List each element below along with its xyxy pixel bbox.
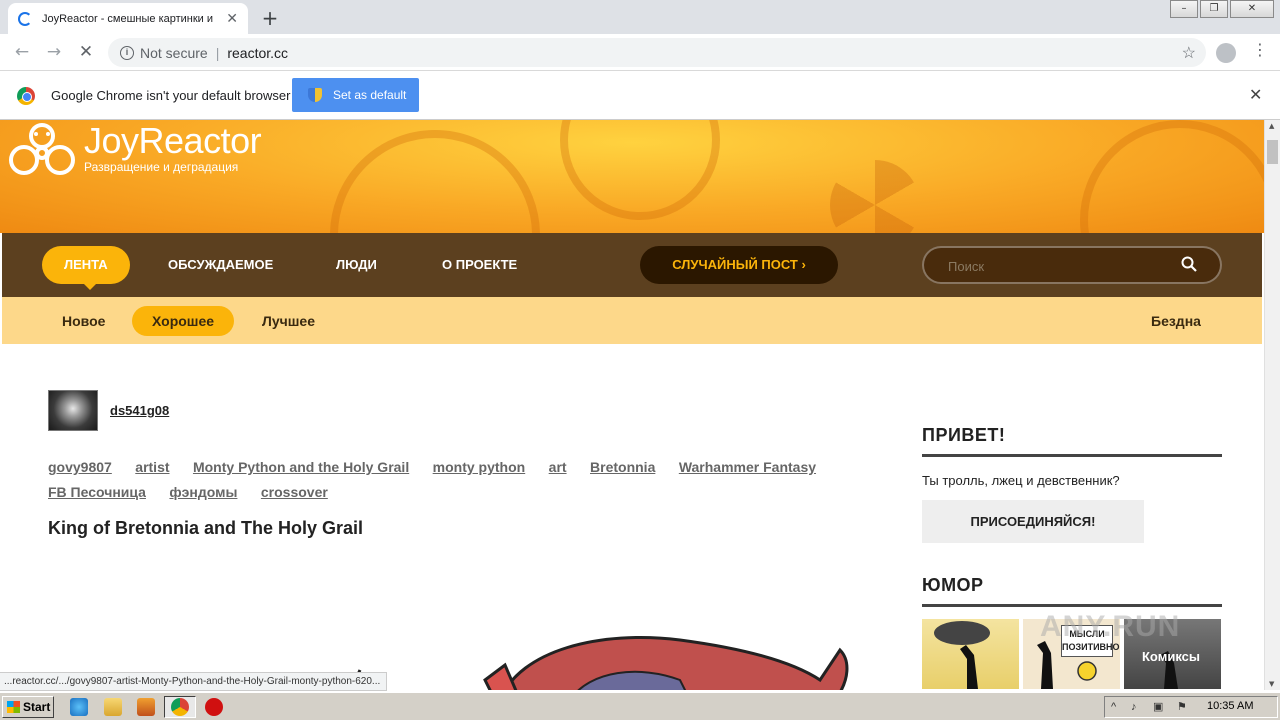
window-close-button[interactable]: ✕ [1230, 0, 1274, 18]
infobar-message: Google Chrome isn't your default browser [51, 88, 291, 103]
subnav-best[interactable]: Лучшее [262, 306, 315, 336]
uac-shield-icon [308, 88, 322, 102]
forward-arrow-icon[interactable]: → [44, 42, 64, 62]
chrome-logo-icon [17, 87, 35, 105]
header-decoration [560, 120, 720, 220]
biohazard-logo-icon[interactable] [6, 122, 78, 180]
stop-loading-icon[interactable]: ✕ [76, 42, 96, 62]
minimize-button[interactable]: – [1170, 0, 1198, 18]
address-separator: | [215, 44, 220, 61]
address-bar[interactable]: i Not secure | reactor.cc ☆ [108, 38, 1206, 67]
site-header: JoyReactor Развращение и деградация [0, 120, 1264, 233]
page-scrollbar[interactable]: ▲ ▼ [1264, 120, 1280, 690]
tag-link[interactable]: фэндомы [169, 480, 237, 504]
tag-link[interactable]: FB Песочница [48, 480, 146, 504]
internet-explorer-icon[interactable] [70, 698, 88, 716]
join-button[interactable]: ПРИСОЕДИНЯЙСЯ! [922, 500, 1144, 543]
sub-navigation: Новое Хорошее Лучшее Бездна [2, 297, 1262, 344]
chrome-icon [171, 698, 189, 716]
loading-spinner-icon [18, 11, 32, 26]
post-title: King of Bretonnia and The Holy Grail [48, 518, 364, 538]
post-image[interactable] [320, 620, 880, 690]
tag-link[interactable]: govy9807 [48, 455, 112, 479]
start-label: Start [23, 700, 51, 714]
subnav-new[interactable]: Новое [62, 306, 105, 336]
tag-link[interactable]: art [549, 455, 567, 479]
set-as-default-label: Set as default [333, 88, 407, 102]
greeting-text: Ты тролль, лжец и девственник? [922, 473, 1120, 488]
tab-title: JoyReactor - смешные картинки и [42, 12, 214, 25]
greeting-heading: ПРИВЕТ! [922, 425, 1222, 457]
action-center-flag-icon[interactable]: ⚑ [1177, 701, 1189, 713]
search-input[interactable] [948, 257, 1168, 275]
site-logo-title[interactable]: JoyReactor [84, 120, 262, 162]
windows-logo-icon [7, 701, 20, 713]
scroll-down-icon[interactable]: ▼ [1269, 680, 1274, 688]
default-browser-infobar: Google Chrome isn't your default browser… [0, 72, 1280, 120]
link-status-bubble: ...reactor.cc/.../govy9807-artist-Monty-… [0, 672, 388, 691]
avatar[interactable] [48, 390, 98, 431]
browser-toolbar: ← → ✕ i Not secure | reactor.cc ☆ ⋮ [0, 34, 1280, 71]
new-tab-button[interactable]: + [260, 6, 280, 30]
watermark: ANY.RUN [1040, 610, 1181, 643]
browser-tab[interactable]: JoyReactor - смешные картинки и ✕ [8, 3, 248, 34]
taskbar-clock[interactable]: 10:35 AM [1207, 700, 1253, 712]
window-controls: – ❐ ✕ [1168, 0, 1274, 18]
nav-people[interactable]: ЛЮДИ [336, 246, 377, 284]
thumbnail-caption: Комиксы [1142, 649, 1200, 664]
infobar-close-icon[interactable]: ✕ [1249, 85, 1262, 105]
site-logo-subtitle: Развращение и деградация [84, 160, 239, 174]
nav-discussed[interactable]: ОБСУЖДАЕМОЕ [168, 246, 273, 284]
file-explorer-icon[interactable] [104, 698, 122, 716]
comic-figure-icon [934, 621, 990, 689]
volume-icon[interactable]: ♪ [1131, 701, 1143, 713]
subnav-abyss[interactable]: Бездна [1151, 306, 1201, 336]
maximize-button[interactable]: ❐ [1200, 0, 1228, 18]
screen: JoyReactor - смешные картинки и ✕ + – ❐ … [0, 0, 1280, 720]
info-icon[interactable]: i [120, 45, 134, 60]
random-post-button[interactable]: СЛУЧАЙНЫЙ ПОСТ › [640, 246, 838, 284]
opera-icon[interactable] [205, 698, 223, 716]
media-player-icon[interactable] [137, 698, 155, 716]
tag-link[interactable]: monty python [433, 455, 526, 479]
tag-link[interactable]: artist [135, 455, 169, 479]
system-tray: ^ ♪ ▣ ⚑ 10:35 AM [1104, 696, 1278, 718]
tag-link[interactable]: Warhammer Fantasy [679, 455, 816, 479]
tag-link[interactable]: Monty Python and the Holy Grail [193, 455, 409, 479]
profile-avatar-icon[interactable] [1216, 43, 1236, 63]
post-tags: govy9807 artist Monty Python and the Hol… [48, 455, 868, 505]
tag-link[interactable]: crossover [261, 480, 328, 504]
chrome-menu-icon[interactable]: ⋮ [1252, 40, 1268, 59]
radiation-symbol-icon [830, 160, 920, 233]
address-url[interactable]: reactor.cc [227, 45, 288, 61]
page-content: JoyReactor Развращение и деградация ЛЕНТ… [0, 120, 1264, 690]
header-decoration [330, 130, 540, 233]
windows-taskbar: Start ^ ♪ ▣ ⚑ 10:35 AM [0, 692, 1280, 720]
search-icon[interactable] [1181, 256, 1197, 272]
set-as-default-button[interactable]: Set as default [292, 78, 419, 112]
tag-link[interactable]: Bretonnia [590, 455, 655, 479]
bookmark-star-icon[interactable]: ☆ [1182, 43, 1196, 63]
back-arrow-icon[interactable]: ← [12, 42, 32, 62]
humor-thumbnail[interactable] [922, 619, 1019, 689]
subnav-good[interactable]: Хорошее [132, 306, 235, 336]
header-decoration [1080, 120, 1264, 233]
scroll-up-icon[interactable]: ▲ [1269, 122, 1274, 130]
browser-tab-strip: JoyReactor - смешные картинки и ✕ + – ❐ … [0, 0, 1280, 34]
humor-heading: ЮМОР [922, 575, 1222, 607]
main-navigation: ЛЕНТА ОБСУЖДАЕМОЕ ЛЮДИ О ПРОЕКТЕ СЛУЧАЙН… [2, 233, 1262, 297]
tray-expand-icon[interactable]: ^ [1111, 701, 1123, 713]
start-button[interactable]: Start [2, 696, 54, 718]
network-icon[interactable]: ▣ [1153, 701, 1165, 713]
chrome-taskbar-button[interactable] [164, 696, 196, 718]
nav-feed[interactable]: ЛЕНТА [42, 246, 130, 290]
tab-close-icon[interactable]: ✕ [226, 11, 238, 27]
security-status: Not secure [140, 44, 208, 61]
post-username[interactable]: ds541g08 [110, 403, 169, 418]
sidebar: ПРИВЕТ! Ты тролль, лжец и девственник? П… [922, 425, 1222, 689]
nav-about[interactable]: О ПРОЕКТЕ [442, 246, 517, 284]
scrollbar-thumb[interactable] [1267, 140, 1278, 164]
post-author: ds541g08 [48, 390, 169, 431]
site-search [922, 246, 1222, 284]
